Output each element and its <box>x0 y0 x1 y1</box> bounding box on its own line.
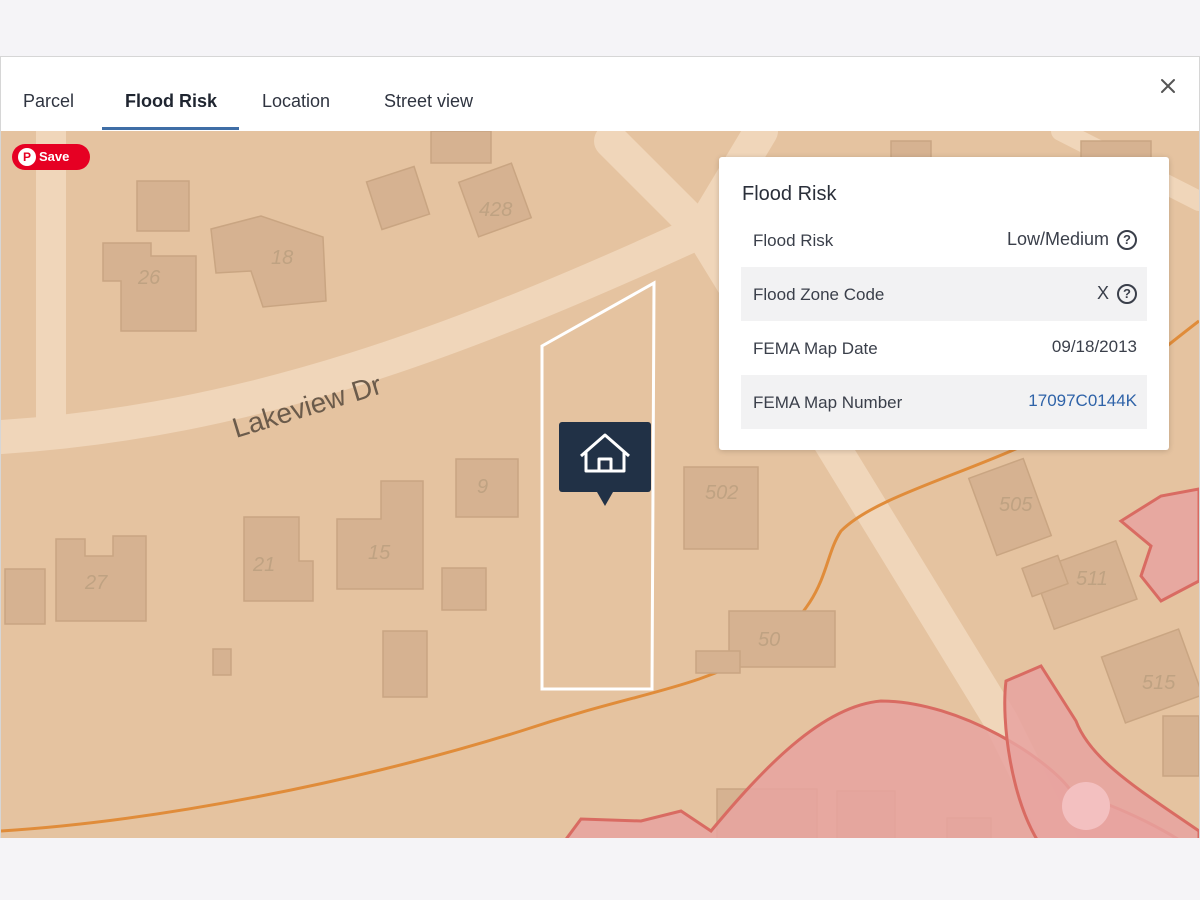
house-number: 27 <box>84 572 108 594</box>
flood-risk-row: Flood Risk Low/Medium ? <box>741 213 1147 267</box>
flood-risk-value: Low/Medium <box>1006 229 1109 249</box>
house-number: 502 <box>705 482 738 504</box>
home-marker[interactable] <box>559 422 651 506</box>
close-icon[interactable] <box>1155 73 1181 99</box>
house-number: 50 <box>758 629 780 651</box>
house-number: 26 <box>137 267 161 289</box>
flood-zone-highlight <box>1062 782 1110 830</box>
house-number: 15 <box>368 542 391 564</box>
fema-map-date-row: FEMA Map Date 09/18/2013 <box>741 321 1147 375</box>
tab-flood-risk[interactable]: Flood Risk <box>125 91 217 112</box>
help-icon[interactable]: ? <box>1117 283 1137 304</box>
pinterest-save-button[interactable]: P Save <box>12 144 90 170</box>
row-label: FEMA Map Date <box>753 339 878 358</box>
save-label: Save <box>39 149 70 164</box>
active-tab-indicator <box>102 127 239 130</box>
fema-map-date-value: 09/18/2013 <box>1051 337 1137 356</box>
flood-zone-code-value: X <box>1096 283 1109 303</box>
fema-map-number-link[interactable]: 17097C0144K <box>1028 391 1137 411</box>
house-number: 428 <box>479 199 512 221</box>
house-number: 515 <box>1142 672 1176 694</box>
house-number: 9 <box>477 476 488 498</box>
pinterest-icon: P <box>18 148 36 166</box>
row-value: Low/Medium ? <box>1007 229 1137 250</box>
tab-bar: Parcel Flood Risk Location Street view <box>1 57 1199 131</box>
house-number: 511 <box>1076 568 1108 590</box>
fema-map-number-row: FEMA Map Number 17097C0144K <box>741 375 1147 429</box>
card-title: Flood Risk <box>742 183 837 205</box>
page-background-bottom <box>0 838 1200 900</box>
help-icon[interactable]: ? <box>1117 229 1137 250</box>
flood-zone-code-row: Flood Zone Code X ? <box>741 267 1147 321</box>
house-number: 18 <box>271 247 293 269</box>
row-label: FEMA Map Number <box>753 393 903 412</box>
row-label: Flood Zone Code <box>753 285 885 304</box>
row-value: 09/18/2013 <box>1052 337 1137 357</box>
row-value: X ? <box>1097 283 1137 304</box>
house-number: 505 <box>999 494 1033 516</box>
tab-street-view[interactable]: Street view <box>384 91 473 112</box>
tab-parcel[interactable]: Parcel <box>23 91 74 112</box>
tab-location[interactable]: Location <box>262 91 330 112</box>
row-label: Flood Risk <box>753 231 834 250</box>
flood-risk-card: Flood Risk Flood Risk Low/Medium ? Flood… <box>719 157 1169 450</box>
house-number: 21 <box>252 554 275 576</box>
